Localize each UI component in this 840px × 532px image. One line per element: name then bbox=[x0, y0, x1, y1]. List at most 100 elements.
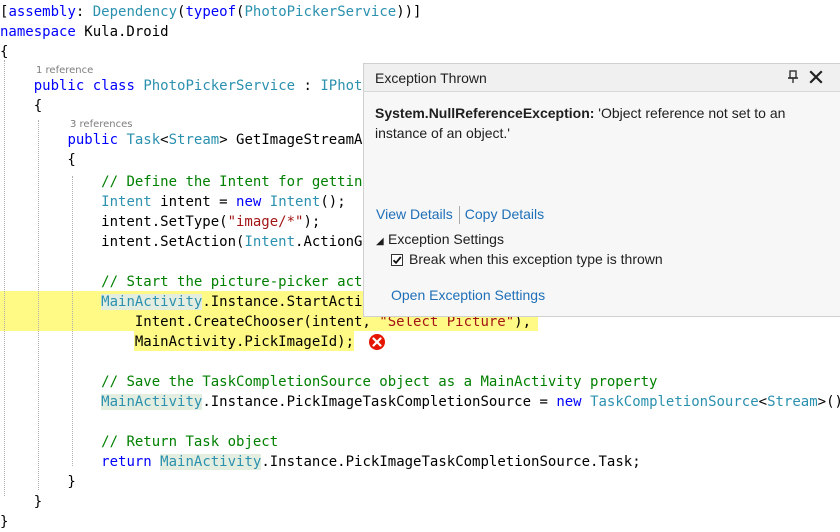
code-line[interactable]: // Define the Intent for gettin bbox=[0, 172, 362, 192]
code-token: ); bbox=[303, 214, 321, 230]
code-line[interactable]: public Task<Stream> GetImageStreamA bbox=[0, 130, 362, 150]
exception-settings-header[interactable]: ◢ Exception Settings bbox=[376, 229, 504, 249]
code-token: .Instance.PickImageTaskCompletionSource.… bbox=[261, 454, 641, 470]
break-checkbox[interactable] bbox=[391, 254, 403, 266]
code-token: // Return Task object bbox=[101, 434, 279, 450]
code-token: : bbox=[75, 4, 93, 20]
code-token: Kula.Droid bbox=[75, 24, 169, 40]
code-line[interactable]: namespace Kula.Droid bbox=[0, 22, 169, 42]
code-token: : bbox=[295, 78, 321, 94]
code-token: public bbox=[67, 132, 119, 148]
close-icon[interactable] bbox=[808, 69, 824, 85]
code-line[interactable]: // Save the TaskCompletionSource object … bbox=[0, 372, 657, 392]
code-token: .Instance.PickImageTaskCompletionSource … bbox=[202, 394, 557, 410]
break-option[interactable]: Break when this exception type is thrown bbox=[391, 249, 663, 269]
code-line[interactable]: public class PhotoPickerService : IPhot bbox=[0, 76, 363, 96]
checkmark-icon bbox=[392, 256, 402, 265]
code-token: public bbox=[33, 78, 85, 94]
code-token: Intent bbox=[244, 234, 296, 250]
code-token: assembly bbox=[8, 4, 76, 20]
code-token: return bbox=[101, 454, 152, 470]
code-token: typeof bbox=[185, 4, 237, 20]
code-token: namespace bbox=[0, 24, 76, 40]
code-token: } bbox=[0, 474, 76, 490]
code-token: IPhot bbox=[320, 78, 363, 94]
code-token: ))] bbox=[396, 4, 422, 20]
code-token: > GetImageStreamA bbox=[219, 132, 363, 148]
exception-type: System.NullReferenceException: bbox=[375, 105, 595, 121]
code-line[interactable]: Intent intent = new Intent(); bbox=[0, 192, 346, 212]
exception-settings-label: Exception Settings bbox=[388, 231, 504, 247]
code-token: (); bbox=[320, 194, 346, 210]
code-token: MainActivity bbox=[101, 294, 203, 310]
code-token: { bbox=[0, 98, 43, 114]
code-token: { bbox=[0, 152, 76, 168]
code-token: .Instance.StartActi bbox=[202, 294, 363, 310]
code-line[interactable]: } bbox=[0, 472, 76, 492]
code-line[interactable]: // Return Task object bbox=[0, 432, 278, 452]
code-token: MainActivity.PickImageId); bbox=[0, 334, 355, 350]
copy-details-link[interactable]: Copy Details bbox=[465, 206, 544, 222]
code-token: // Save the TaskCompletionSource object … bbox=[101, 374, 658, 390]
code-token: intent = bbox=[151, 194, 237, 210]
code-line[interactable]: { bbox=[0, 42, 8, 62]
code-line[interactable]: } bbox=[0, 512, 8, 532]
expander-triangle-icon[interactable]: ◢ bbox=[376, 232, 388, 252]
code-token: { bbox=[0, 44, 9, 60]
exception-message: System.NullReferenceException: 'Object r… bbox=[375, 103, 815, 143]
code-token: } bbox=[0, 514, 9, 530]
code-token: class bbox=[92, 78, 135, 94]
code-token: new bbox=[556, 394, 582, 410]
code-token: Task bbox=[126, 132, 161, 148]
code-token: PhotoPickerService bbox=[244, 4, 397, 20]
code-token: MainActivity bbox=[160, 454, 262, 470]
code-line[interactable]: MainActivity.Instance.PickImageTaskCompl… bbox=[0, 392, 840, 412]
code-token: } bbox=[0, 494, 43, 510]
code-token: .ActionG bbox=[295, 234, 363, 250]
open-exception-settings-link[interactable]: Open Exception Settings bbox=[391, 285, 545, 305]
code-line[interactable]: { bbox=[0, 96, 42, 116]
code-token: intent.SetAction( bbox=[0, 234, 245, 250]
code-token: new bbox=[236, 194, 262, 210]
code-token: Stream bbox=[767, 394, 818, 410]
view-details-link[interactable]: View Details bbox=[376, 206, 453, 222]
code-token: intent.SetType( bbox=[0, 214, 228, 230]
code-token: >(); bbox=[817, 394, 840, 410]
code-line[interactable]: [assembly: Dependency(typeof(PhotoPicker… bbox=[0, 2, 422, 22]
code-token: // Define the Intent for gettin bbox=[101, 174, 363, 190]
code-line[interactable]: MainActivity.PickImageId); bbox=[0, 332, 354, 352]
code-token: "image/*" bbox=[227, 214, 304, 230]
code-line[interactable]: intent.SetType("image/*"); bbox=[0, 212, 320, 232]
exception-popup: Exception Thrown System.NullReferenceExc… bbox=[363, 63, 840, 317]
code-token: Intent.CreateChooser(intent, bbox=[0, 314, 380, 330]
code-line[interactable]: return MainActivity.Instance.PickImageTa… bbox=[0, 452, 641, 472]
code-line[interactable]: { bbox=[0, 150, 76, 170]
code-token: Dependency bbox=[92, 4, 178, 20]
code-line[interactable]: MainActivity.Instance.StartActi bbox=[0, 292, 362, 312]
code-line[interactable]: // Start the picture-picker act bbox=[0, 272, 362, 292]
code-token: < bbox=[758, 394, 768, 410]
code-token: PhotoPickerService bbox=[143, 78, 296, 94]
code-token: Intent bbox=[269, 194, 321, 210]
details-links: View Details Copy Details bbox=[376, 204, 544, 225]
popup-header: Exception Thrown bbox=[364, 64, 840, 92]
pin-icon[interactable] bbox=[786, 70, 800, 84]
popup-title: Exception Thrown bbox=[375, 70, 487, 86]
error-icon bbox=[369, 334, 385, 350]
code-line[interactable]: } bbox=[0, 492, 42, 512]
code-token: MainActivity bbox=[101, 394, 203, 410]
code-line[interactable]: intent.SetAction(Intent.ActionG bbox=[0, 232, 362, 252]
